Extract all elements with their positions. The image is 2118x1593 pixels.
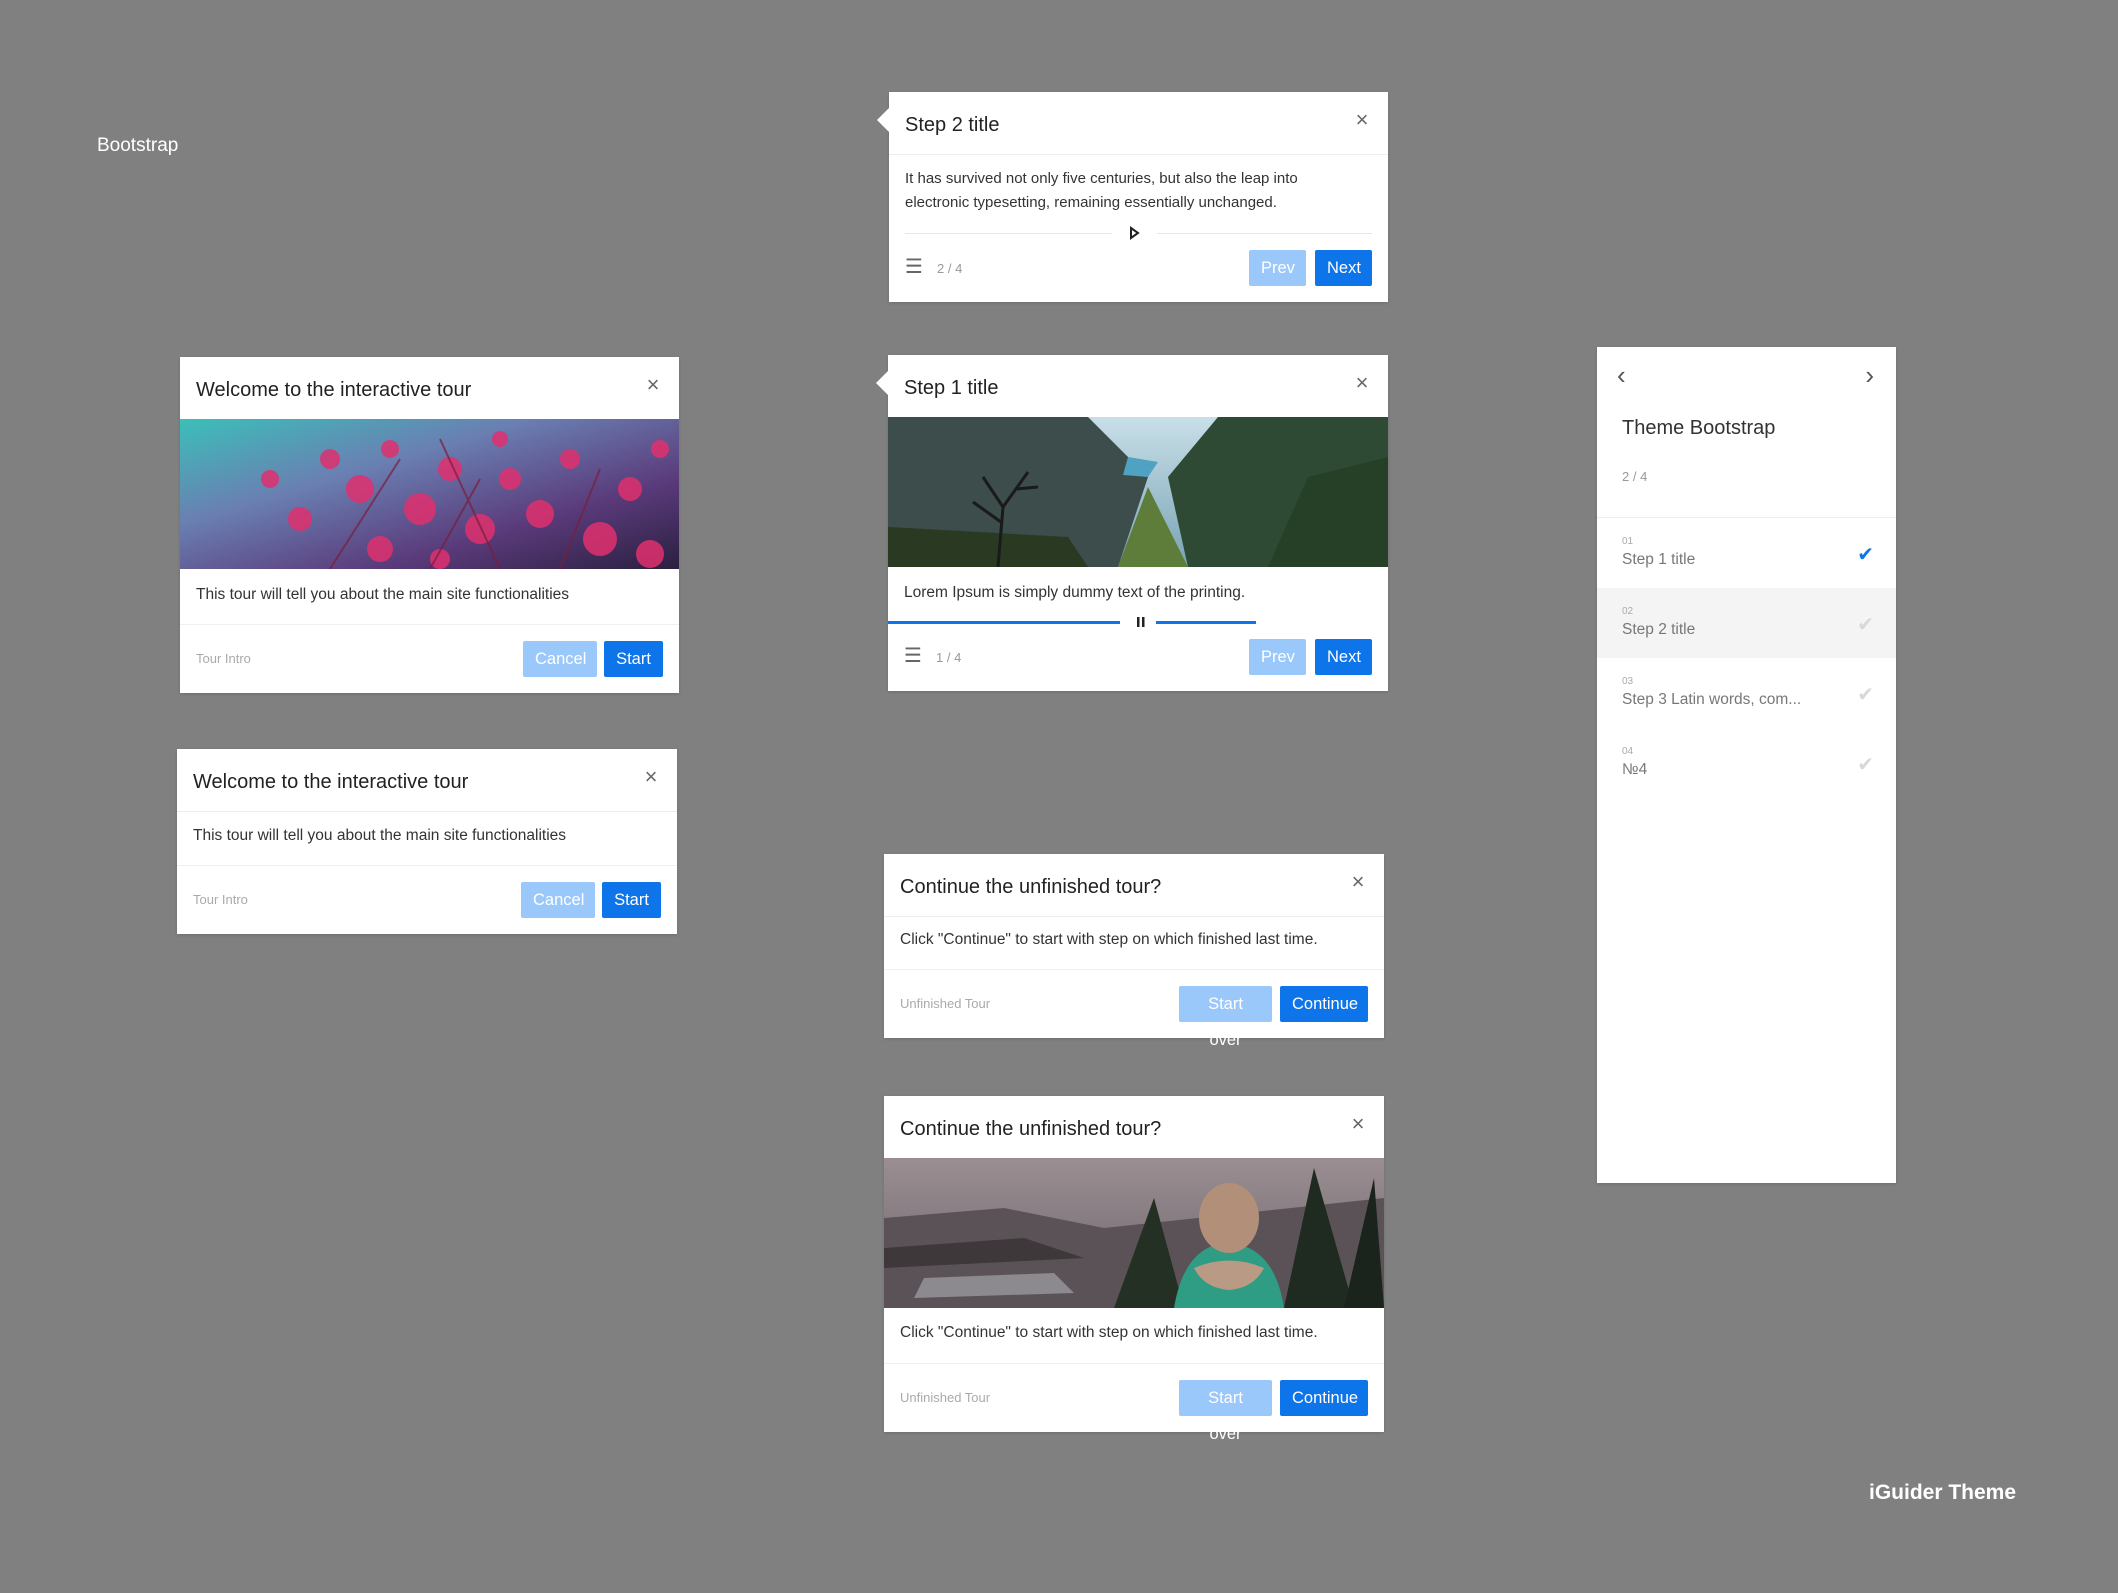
close-icon[interactable]: × xyxy=(1352,109,1372,131)
step-counter: 1 / 4 xyxy=(936,650,962,665)
start-button[interactable]: Start xyxy=(602,882,661,918)
step-counter: 2 / 4 xyxy=(937,261,963,276)
footer-label: Unfinished Tour xyxy=(900,1390,991,1405)
close-icon[interactable]: × xyxy=(1348,871,1368,893)
start-button[interactable]: Start xyxy=(604,641,663,677)
framework-label: Bootstrap xyxy=(97,135,179,156)
tooltip-pointer xyxy=(877,108,889,132)
valley-image xyxy=(888,417,1388,567)
dialog-title: Continue the unfinished tour? xyxy=(900,1118,1162,1140)
close-icon[interactable]: × xyxy=(641,766,661,788)
cancel-button[interactable]: Cancel xyxy=(521,882,595,918)
step-title: Step 3 Latin words, com... xyxy=(1622,691,1802,708)
step-title: Step 2 title xyxy=(1622,621,1696,638)
step-list-item-2[interactable]: 02 Step 2 title ✔ xyxy=(1597,588,1896,658)
step-number: 01 xyxy=(1622,536,1634,547)
continue-dialog: Continue the unfinished tour? × Click "C… xyxy=(884,854,1384,1049)
step2-tooltip: Step 2 title × It has survived not only … xyxy=(877,92,1388,302)
close-icon[interactable]: × xyxy=(1348,1113,1368,1135)
panel-title: Theme Bootstrap xyxy=(1622,417,1776,439)
check-icon: ✔ xyxy=(1857,684,1874,706)
theme-label: iGuider Theme xyxy=(1869,1481,2017,1504)
step1-title: Step 1 title xyxy=(904,377,999,399)
prev-button[interactable]: Prev xyxy=(1249,250,1306,286)
dialog-title: Welcome to the interactive tour xyxy=(196,379,472,401)
chevron-left-icon[interactable]: ‹ xyxy=(1617,362,1626,388)
step-list-item-3[interactable]: 03 Step 3 Latin words, com... ✔ xyxy=(1597,658,1896,728)
check-icon: ✔ xyxy=(1857,544,1874,566)
step1-tooltip: Step 1 title × Lorem Ipsum is simply dum… xyxy=(876,355,1388,691)
step2-text: It has survived not only five centuries,… xyxy=(905,170,1298,211)
steps-panel: ‹ › Theme Bootstrap 2 / 4 01 Step 1 titl… xyxy=(1597,347,1896,1183)
welcome-image-dialog: Welcome to the interactive tour × This t… xyxy=(180,357,679,693)
welcome-dialog: Welcome to the interactive tour × This t… xyxy=(177,749,677,934)
next-button[interactable]: Next xyxy=(1315,250,1372,286)
footer-label: Tour Intro xyxy=(196,651,251,666)
dialog-text: Click "Continue" to start with step on w… xyxy=(900,931,1318,948)
step-number: 02 xyxy=(1622,606,1634,617)
hiker-image xyxy=(884,1158,1384,1308)
step-list-item-4[interactable]: 04 №4 ✔ xyxy=(1597,728,1896,798)
step-number: 03 xyxy=(1622,676,1634,687)
step-title: Step 1 title xyxy=(1622,551,1696,568)
start-over-button[interactable]: Start over xyxy=(1179,986,1272,1049)
continue-image-dialog: Continue the unfinished tour? × Click "C… xyxy=(884,1096,1384,1443)
cancel-button[interactable]: Cancel xyxy=(523,641,597,677)
footer-label: Unfinished Tour xyxy=(900,996,991,1011)
check-icon: ✔ xyxy=(1857,614,1874,636)
panel-counter: 2 / 4 xyxy=(1622,469,1648,484)
next-button[interactable]: Next xyxy=(1315,639,1372,675)
dialog-text: This tour will tell you about the main s… xyxy=(196,586,570,603)
dialog-title: Welcome to the interactive tour xyxy=(193,771,469,793)
menu-icon[interactable]: ☰ xyxy=(905,257,923,277)
dialog-text: This tour will tell you about the main s… xyxy=(193,827,567,844)
start-over-button[interactable]: Start over xyxy=(1179,1380,1272,1443)
tooltip-pointer xyxy=(876,371,888,395)
step-list-item-1[interactable]: 01 Step 1 title ✔ xyxy=(1597,518,1896,588)
step1-text: Lorem Ipsum is simply dummy text of the … xyxy=(904,584,1246,601)
step-title: №4 xyxy=(1622,761,1648,778)
continue-button[interactable]: Continue xyxy=(1280,1380,1368,1416)
footer-label: Tour Intro xyxy=(193,892,248,907)
dialog-text: Click "Continue" to start with step on w… xyxy=(900,1324,1318,1341)
menu-icon[interactable]: ☰ xyxy=(904,646,922,666)
chevron-right-icon[interactable]: › xyxy=(1865,362,1874,388)
close-icon[interactable]: × xyxy=(643,374,663,396)
step-number: 04 xyxy=(1622,746,1634,757)
continue-button[interactable]: Continue xyxy=(1280,986,1368,1022)
step2-title: Step 2 title xyxy=(905,114,1000,136)
check-icon: ✔ xyxy=(1857,754,1874,776)
flowers-image xyxy=(180,419,679,569)
close-icon[interactable]: × xyxy=(1352,372,1372,394)
dialog-title: Continue the unfinished tour? xyxy=(900,876,1162,898)
prev-button[interactable]: Prev xyxy=(1249,639,1306,675)
